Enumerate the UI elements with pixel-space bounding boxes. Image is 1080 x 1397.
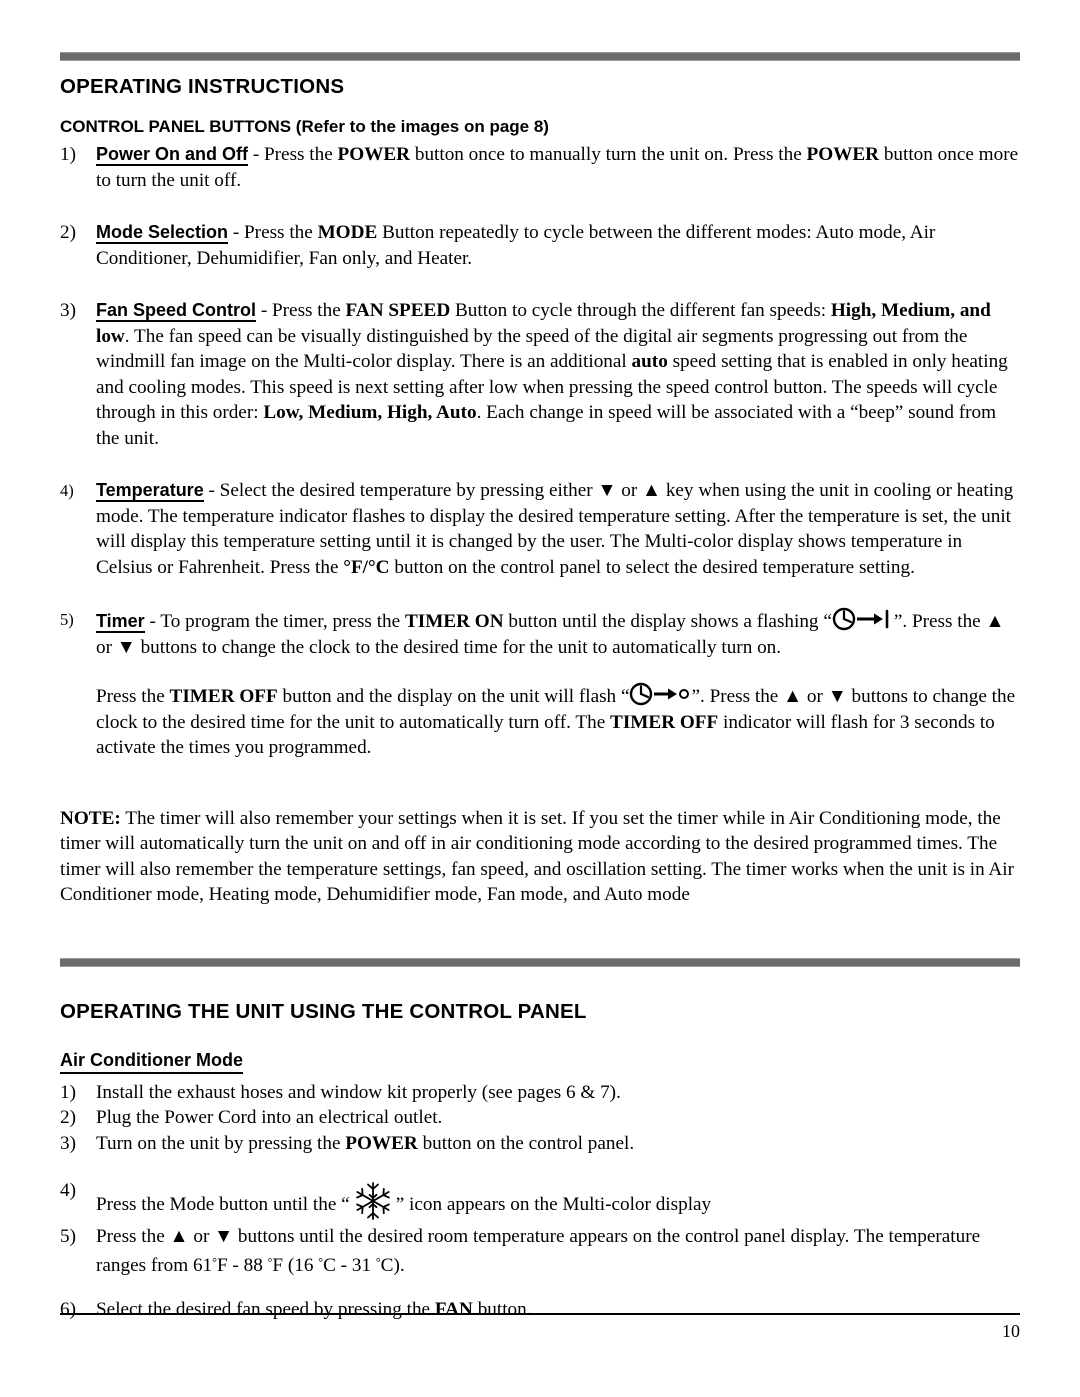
text-bold-power: POWER [345, 1132, 418, 1154]
term-temperature: Temperature [96, 480, 204, 502]
text-run: or [616, 480, 643, 501]
list-item: 4) Press the Mode button until the “ ” ic… [60, 1178, 1020, 1224]
list-item: 5) Press the ▲ or ▼ buttons until the de… [60, 1224, 1020, 1278]
list-text: Press the Mode button until the “ ” icon … [96, 1178, 1020, 1224]
list-number: 1) [60, 144, 76, 165]
term-power-on-off: Power On and Off [96, 144, 249, 166]
arrow-down-icon: ▼ [116, 636, 136, 658]
air-conditioner-mode-heading-wrap: Air Conditioner Mode [60, 1050, 1020, 1074]
list-text: Mode Selection - Press the MODE Button r… [96, 220, 1020, 271]
list-text: Press the ▲ or ▼ buttons until the desir… [96, 1224, 1020, 1278]
snowflake-icon [350, 1178, 396, 1224]
page-number: 10 [1002, 1321, 1020, 1341]
text-run: button once to manually turn the unit on… [410, 144, 807, 165]
list-number: 4) [60, 481, 74, 500]
list-number: 3) [60, 1132, 76, 1154]
air-conditioner-mode-heading: Air Conditioner Mode [60, 1050, 243, 1074]
list-text: Install the exhaust hoses and window kit… [96, 1081, 621, 1103]
text-run: C - 31 [323, 1254, 376, 1276]
text-run: - Press the [228, 222, 318, 243]
term-timer: Timer [96, 611, 145, 633]
arrow-down-icon: ▼ [597, 480, 617, 501]
term-fan-speed-control: Fan Speed Control [96, 300, 257, 322]
list-text: Power On and Off - Press the POWER butto… [96, 142, 1020, 193]
text-run: Press the Mode button until the “ [96, 1194, 350, 1215]
text-bold-speed-order: Low, Medium, High, Auto [263, 402, 477, 423]
arrow-up-icon: ▲ [783, 686, 803, 707]
text-run: or [802, 686, 828, 707]
text-bold-timer-on: TIMER ON [404, 611, 504, 632]
text-bold-fan-speed: FAN SPEED [345, 300, 451, 321]
list-item: 1) Install the exhaust hoses and window … [60, 1080, 1020, 1106]
text-bold-timer-off-2: TIMER OFF [610, 711, 719, 733]
list-text: Temperature - Select the desired tempera… [96, 478, 1020, 580]
clock-arrow-circle-icon [629, 682, 691, 706]
page-footer: 10 [60, 1313, 1020, 1342]
text-run: Turn on the unit by pressing the [96, 1132, 346, 1154]
text-run: Button to cycle through the different fa… [450, 300, 831, 321]
text-run: - Select the desired temperature by pres… [203, 480, 598, 501]
text-run: Press the [96, 686, 170, 707]
text-run: or [188, 1226, 215, 1247]
arrow-up-icon: ▲ [642, 480, 662, 501]
manual-page: OPERATING INSTRUCTIONS CONTROL PANEL BUT… [0, 0, 1080, 1397]
list-text: Press the TIMER OFF button and the displ… [96, 682, 1020, 761]
note-block: NOTE: The timer will also remember your … [60, 806, 1020, 908]
list-text: Plug the Power Cord into an electrical o… [96, 1107, 443, 1128]
text-run: - Press the [248, 144, 338, 165]
list-item: 2) Plug the Power Cord into an electrica… [60, 1105, 1020, 1131]
text-run: ”. Press the [691, 686, 784, 707]
list-number: 2) [60, 222, 76, 243]
text-run: - To program the timer, press the [144, 611, 405, 632]
text-run: or [96, 636, 117, 658]
arrow-down-icon: ▼ [827, 686, 847, 707]
arrow-up-icon: ▲ [169, 1226, 189, 1247]
text-run: ”. Press the [893, 611, 986, 632]
text-bold-mode: MODE [317, 222, 378, 243]
arrow-up-icon: ▲ [985, 611, 1005, 632]
list-text: Fan Speed Control - Press the FAN SPEED … [96, 298, 1020, 451]
text-bold-power-2: POWER [806, 144, 880, 165]
text-run: - Press the [256, 300, 346, 321]
list-item: 2) Mode Selection - Press the MODE Butto… [60, 220, 1020, 271]
note-label: NOTE: [60, 807, 121, 829]
section2-title: OPERATING THE UNIT USING THE CONTROL PAN… [60, 999, 587, 1023]
list-number: 3) [60, 300, 76, 321]
text-run: button and the display on the unit will … [277, 686, 630, 707]
note-text: The timer will also remember your settin… [60, 807, 1014, 906]
list-number: 1) [60, 1081, 76, 1103]
text-bold-auto: auto [631, 351, 668, 372]
list-number: 2) [60, 1107, 76, 1128]
text-run: ” icon appears on the Multi-color displa… [395, 1194, 712, 1215]
text-run: button until the display shows a flashin… [503, 611, 832, 632]
list-item: 3) Fan Speed Control - Press the FAN SPE… [60, 298, 1020, 451]
list-item: 1) Power On and Off - Press the POWER bu… [60, 142, 1020, 193]
control-panel-buttons-subheading: CONTROL PANEL BUTTONS (Refer to the imag… [60, 117, 549, 136]
text-run: button on the control panel. [417, 1132, 635, 1154]
list-item: 5) Timer - To program the timer, press t… [60, 607, 1020, 660]
list-number: 4) [60, 1180, 76, 1201]
list-item: 3) Turn on the unit by pressing the POWE… [60, 1131, 1020, 1157]
top-divider-rule [60, 52, 1020, 61]
text-run: button on the control panel to select th… [389, 556, 915, 578]
page-title: OPERATING INSTRUCTIONS [60, 75, 345, 98]
text-bold-power-1: POWER [337, 144, 411, 165]
clock-arrow-bar-icon [832, 607, 894, 631]
section-divider-rule [60, 957, 1020, 967]
term-mode-selection: Mode Selection [96, 222, 229, 244]
text-bold-timer-off-1: TIMER OFF [169, 686, 278, 707]
text-bold-f-c: °F/°C [343, 556, 390, 578]
list-number: 5) [60, 1226, 76, 1247]
text-run: F (16 [272, 1254, 319, 1276]
text-run: Press the [96, 1226, 170, 1247]
text-run: F - 88 [216, 1254, 268, 1276]
text-run: buttons to change the clock to the desir… [135, 636, 782, 658]
list-number: 5) [60, 610, 74, 629]
list-text: Turn on the unit by pressing the POWER b… [96, 1131, 1020, 1157]
arrow-down-icon: ▼ [214, 1226, 234, 1247]
timer-off-paragraph: Press the TIMER OFF button and the displ… [60, 682, 1020, 761]
list-text: Timer - To program the timer, press the … [96, 607, 1020, 660]
text-run: C). [380, 1254, 405, 1276]
list-item: 4) Temperature - Select the desired temp… [60, 478, 1020, 580]
